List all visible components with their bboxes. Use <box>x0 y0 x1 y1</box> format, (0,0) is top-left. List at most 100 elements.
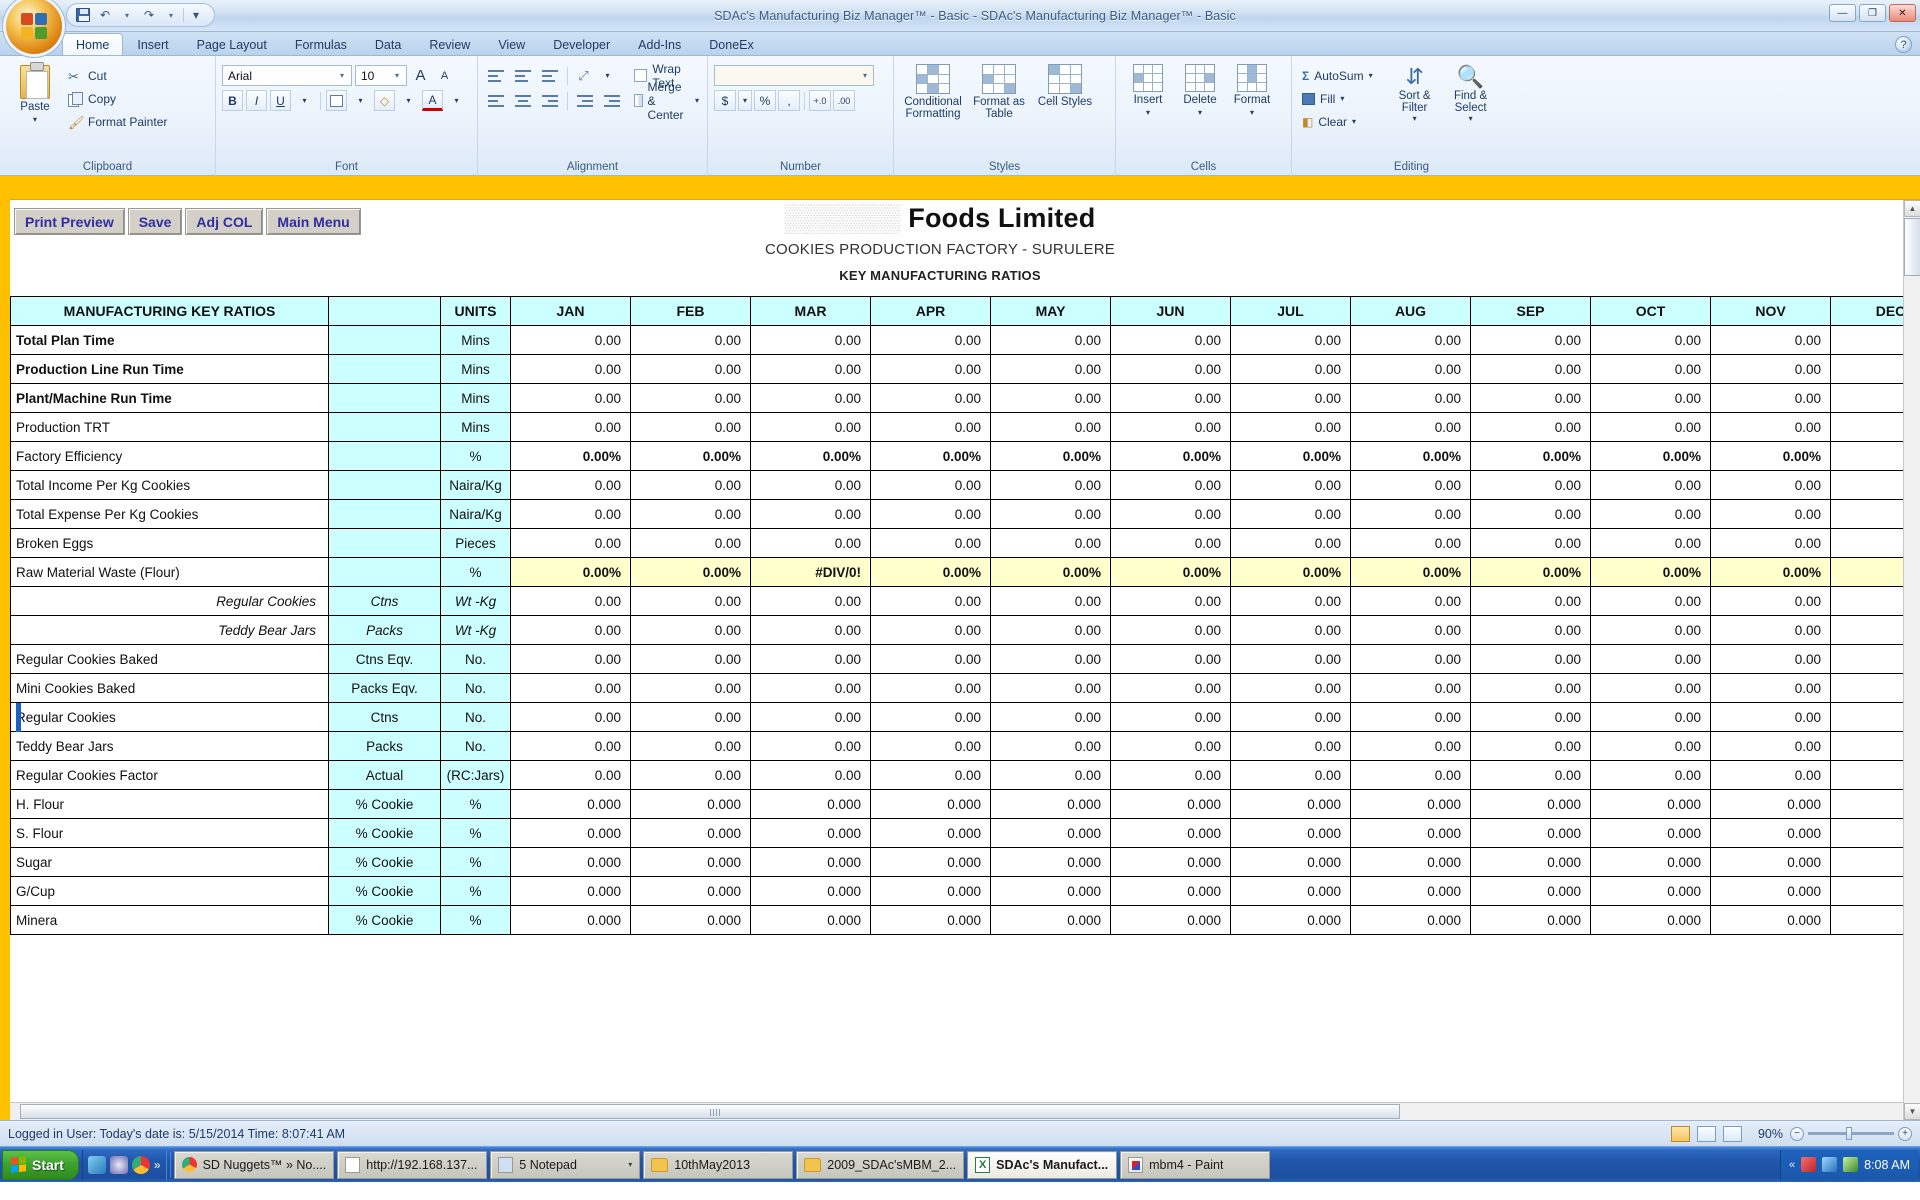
shrink-font-button[interactable]: A <box>434 65 455 86</box>
customize-qat-button[interactable]: ▾ <box>186 6 206 24</box>
font-size-combo[interactable]: 10 ▾ <box>355 65 407 86</box>
data-cell[interactable]: 0.00 <box>510 528 631 558</box>
decrease-indent-button[interactable] <box>573 90 597 111</box>
data-cell[interactable]: 0.000 <box>750 905 871 935</box>
data-cell[interactable]: 0.00 <box>1590 615 1711 645</box>
row-subunit-cell[interactable] <box>328 412 441 442</box>
tab-formulas[interactable]: Formulas <box>281 33 361 55</box>
data-cell[interactable]: 0.00 <box>510 470 631 500</box>
row-subunit-cell[interactable]: Ctns Eqv. <box>328 644 441 674</box>
row-units-cell[interactable]: % <box>440 441 511 471</box>
tab-review[interactable]: Review <box>415 33 484 55</box>
data-cell[interactable]: 0.00 <box>870 325 991 355</box>
row-label[interactable]: Plant/Machine Run Time <box>10 383 329 413</box>
row-units-cell[interactable]: % <box>440 818 511 848</box>
font-color-dropdown[interactable]: ▾ <box>446 90 467 111</box>
close-button[interactable]: ✕ <box>1889 4 1916 22</box>
data-cell[interactable]: 0.00 <box>1710 586 1831 616</box>
data-cell[interactable]: 0.000 <box>750 789 871 819</box>
table-row[interactable]: Plant/Machine Run Time Mins 0.00 0.00 0.00 0.… <box>10 383 1920 413</box>
row-units-cell[interactable]: No. <box>440 702 511 732</box>
data-cell[interactable]: 0.000 <box>1110 905 1231 935</box>
data-cell[interactable]: 0.00 <box>630 499 751 529</box>
data-cell[interactable]: 0.00 <box>1350 499 1471 529</box>
data-cell[interactable]: 0.00 <box>870 499 991 529</box>
page-break-view-button[interactable] <box>1723 1125 1742 1142</box>
row-units-cell[interactable]: Pieces <box>440 528 511 558</box>
data-cell[interactable]: 0.00 <box>1590 354 1711 384</box>
fill-dropdown-caret[interactable]: ▾ <box>1340 94 1344 103</box>
data-cell[interactable]: 0.000 <box>510 847 631 877</box>
data-cell[interactable]: 0.00% <box>510 441 631 471</box>
data-cell[interactable]: 0.00 <box>510 586 631 616</box>
data-cell[interactable]: 0.00 <box>1110 615 1231 645</box>
data-cell[interactable]: 0.00 <box>870 760 991 790</box>
data-cell[interactable]: 0.00 <box>990 615 1111 645</box>
data-cell[interactable]: 0.00 <box>1230 673 1351 703</box>
data-cell[interactable]: 0.00 <box>510 499 631 529</box>
row-subunit-cell[interactable]: % Cookie <box>328 876 441 906</box>
row-units-cell[interactable]: % <box>440 789 511 819</box>
data-cell[interactable]: 0.00 <box>1590 325 1711 355</box>
table-row[interactable]: Factory Efficiency% 0.00% 0.00% 0.00% 0.00% 0… <box>10 441 1920 471</box>
data-cell[interactable]: 0.00 <box>1710 644 1831 674</box>
data-cell[interactable]: 0.000 <box>1590 905 1711 935</box>
data-cell[interactable]: 0.00 <box>1350 615 1471 645</box>
align-top-button[interactable] <box>484 65 508 86</box>
tab-page-layout[interactable]: Page Layout <box>183 33 281 55</box>
data-cell[interactable]: 0.000 <box>1710 818 1831 848</box>
data-cell[interactable]: 0.00 <box>750 354 871 384</box>
row-units-cell[interactable]: Mins <box>440 325 511 355</box>
fill-color-dropdown[interactable]: ▾ <box>398 90 419 111</box>
data-cell[interactable]: 0.00% <box>1110 441 1231 471</box>
taskbar-item[interactable]: SD Nuggets™ » No.... <box>173 1150 335 1179</box>
horizontal-scrollbar[interactable] <box>0 1102 1903 1120</box>
row-units-cell[interactable]: % <box>440 905 511 935</box>
data-cell[interactable]: 0.000 <box>630 876 751 906</box>
row-units-cell[interactable]: No. <box>440 673 511 703</box>
data-cell[interactable]: 0.000 <box>990 818 1111 848</box>
data-cell[interactable]: 0.00 <box>630 586 751 616</box>
data-cell[interactable]: 0.00 <box>750 412 871 442</box>
zoom-out-button[interactable]: − <box>1790 1126 1804 1141</box>
data-cell[interactable]: 0.00 <box>510 702 631 732</box>
data-cell[interactable]: 0.00% <box>1710 441 1831 471</box>
data-cell[interactable]: 0.000 <box>750 876 871 906</box>
data-cell[interactable]: 0.000 <box>1710 876 1831 906</box>
row-label[interactable]: Minera <box>10 905 329 935</box>
data-cell[interactable]: 0.000 <box>1230 876 1351 906</box>
office-button[interactable] <box>6 0 62 54</box>
data-cell[interactable]: 0.00 <box>1230 644 1351 674</box>
data-cell[interactable]: 0.00 <box>870 731 991 761</box>
row-label[interactable]: Regular Cookies <box>10 586 329 616</box>
data-cell[interactable]: 0.00 <box>990 412 1111 442</box>
row-label[interactable]: H. Flour <box>10 789 329 819</box>
data-cell[interactable]: 0.000 <box>870 905 991 935</box>
data-cell[interactable]: 0.000 <box>990 905 1111 935</box>
data-cell[interactable]: 0.00 <box>750 760 871 790</box>
data-cell[interactable]: 0.00 <box>510 383 631 413</box>
data-cell[interactable]: 0.00 <box>1710 412 1831 442</box>
tray-icon-1[interactable] <box>1801 1157 1817 1172</box>
data-cell[interactable]: 0.000 <box>630 905 751 935</box>
taskbar-item[interactable]: 2009_SDAc'sMBM_2... <box>796 1150 965 1179</box>
align-center-button[interactable] <box>511 90 535 111</box>
data-cell[interactable]: 0.00% <box>1590 557 1711 587</box>
row-label[interactable]: Total Income Per Kg Cookies <box>10 470 329 500</box>
data-cell[interactable]: 0.00 <box>1110 325 1231 355</box>
save-button[interactable] <box>73 6 93 24</box>
data-cell[interactable]: 0.00 <box>990 325 1111 355</box>
data-cell[interactable]: 0.00 <box>990 673 1111 703</box>
data-cell[interactable]: 0.00 <box>1470 325 1591 355</box>
data-cell[interactable]: 0.00 <box>630 470 751 500</box>
data-cell[interactable]: 0.00 <box>1230 586 1351 616</box>
format-dropdown-caret[interactable]: ▾ <box>1250 108 1254 117</box>
table-row[interactable]: Broken Eggs Pieces 0.00 0.00 0.00 0.00 0.00 0.0… <box>10 528 1920 558</box>
clear-button[interactable]: ◧ Clear ▾ <box>1298 111 1377 132</box>
minimize-button[interactable]: — <box>1829 4 1856 22</box>
font-name-combo[interactable]: Arial ▾ <box>222 65 352 86</box>
data-cell[interactable]: 0.00 <box>1710 702 1831 732</box>
undo-button[interactable]: ↶ <box>95 6 115 24</box>
data-cell[interactable]: 0.00 <box>1470 528 1591 558</box>
data-cell[interactable]: 0.00 <box>750 702 871 732</box>
